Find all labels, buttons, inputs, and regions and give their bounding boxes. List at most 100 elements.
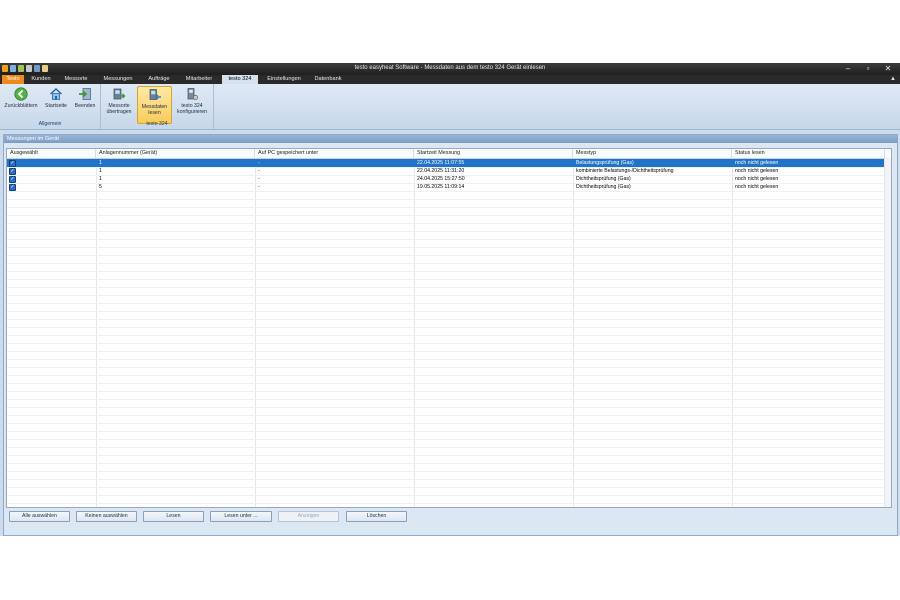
row-select-checkbox[interactable]: ✓ — [9, 184, 16, 191]
row-divider — [7, 303, 891, 304]
read-data-button[interactable]: Messdaten lesen — [137, 86, 172, 124]
measurements-table[interactable]: Ausgewählt Anlagennummer (Gerät) Auf PC … — [6, 148, 892, 508]
row-divider — [7, 255, 891, 256]
panel-title: Messungen im Gerät — [4, 135, 897, 143]
read-as-button[interactable]: Lesen unter ... — [210, 511, 272, 522]
row-select-checkbox[interactable]: ✓ — [9, 168, 16, 175]
row-divider — [7, 311, 891, 312]
configure-device-button[interactable]: testo 324 konfigurieren — [173, 86, 211, 122]
row-divider — [7, 263, 891, 264]
row-divider — [7, 223, 891, 224]
row-divider — [7, 479, 891, 480]
row-divider — [7, 391, 891, 392]
minimize-button[interactable]: – — [838, 63, 858, 75]
row-divider — [7, 207, 891, 208]
ribbon-collapse-icon[interactable]: ▲ — [890, 75, 896, 84]
tab-mitarbeiter[interactable]: Mitarbeiter — [180, 75, 218, 84]
back-arrow-icon — [14, 87, 28, 101]
read-data-label: Messdaten lesen — [141, 104, 168, 116]
ribbon-group-testo-324: Messorte übertragen Messdaten lesen test… — [101, 84, 214, 129]
row-divider — [7, 495, 891, 496]
column-header-ausgewaehlt[interactable]: Ausgewählt — [7, 149, 96, 158]
row-divider — [7, 407, 891, 408]
select-all-button[interactable]: Alle auswählen — [9, 511, 70, 522]
cell-anlagennummer: 1 — [99, 160, 102, 166]
tab-testo-324[interactable]: testo 324 — [222, 75, 258, 84]
table-row[interactable]: ✓ 5 - 19.05.2025 11:09:14 Dichtheitsprüfung … — [7, 183, 891, 191]
row-divider — [7, 335, 891, 336]
cell-messtyp: Belastungsprüfung (Gas) — [576, 160, 634, 166]
row-divider — [7, 431, 891, 432]
row-divider — [7, 415, 891, 416]
column-divider — [96, 149, 97, 507]
back-button[interactable]: Zurückblättern — [2, 86, 40, 122]
cell-startzeit: 19.05.2025 11:09:14 — [417, 184, 465, 190]
tab-kunden[interactable]: Kunden — [27, 75, 55, 84]
cell-status: noch nicht gelesen — [735, 184, 779, 190]
home-button[interactable]: Startseite — [42, 86, 70, 122]
cell-status: noch nicht gelesen — [735, 168, 779, 174]
ribbon: Zurückblättern Startseite Beenden Allgem… — [0, 84, 900, 130]
maximize-button[interactable]: ▫ — [858, 63, 878, 75]
column-divider — [414, 149, 415, 507]
transfer-locations-button[interactable]: Messorte übertragen — [104, 86, 134, 122]
exit-button[interactable]: Beenden — [72, 86, 98, 122]
column-header-gespeichert[interactable]: Auf PC gespeichert unter — [255, 149, 414, 158]
transfer-locations-label: Messorte übertragen — [106, 103, 132, 115]
tab-messorte[interactable]: Messorte — [60, 75, 92, 84]
column-divider — [573, 149, 574, 507]
table-row[interactable]: ✓ 1 - 22.04.2025 11:07:55 Belastungsprüfung … — [7, 159, 891, 167]
tab-messungen[interactable]: Messungen — [98, 75, 138, 84]
row-divider — [7, 199, 891, 200]
column-header-startzeit[interactable]: Startzeit Messung — [414, 149, 573, 158]
row-divider — [7, 327, 891, 328]
cell-messtyp: Dichtheitsprüfung (Gas) — [576, 184, 631, 190]
row-divider — [7, 375, 891, 376]
home-icon — [50, 88, 62, 100]
tab-datenbank[interactable]: Datenbank — [310, 75, 346, 84]
row-divider — [7, 215, 891, 216]
exit-button-label: Beenden — [74, 103, 96, 109]
close-button[interactable]: ✕ — [878, 63, 898, 75]
row-divider — [7, 455, 891, 456]
row-select-checkbox[interactable]: ✓ — [9, 176, 16, 183]
column-header-anlagennummer[interactable]: Anlagennummer (Gerät) — [96, 149, 255, 158]
tab-auftraege[interactable]: Aufträge — [143, 75, 175, 84]
read-button[interactable]: Lesen — [143, 511, 204, 522]
tab-testo[interactable]: Testo — [2, 75, 24, 84]
row-divider — [7, 423, 891, 424]
ribbon-tab-bar: Testo Kunden Messorte Messungen Aufträge… — [0, 75, 900, 84]
row-divider — [7, 487, 891, 488]
cell-gespeichert: - — [258, 168, 260, 174]
cell-startzeit: 24.04.2025 15:27:50 — [417, 176, 465, 182]
tab-einstellungen[interactable]: Einstellungen — [262, 75, 306, 84]
select-none-button[interactable]: Keinen auswählen — [76, 511, 137, 522]
row-divider — [7, 271, 891, 272]
vertical-scrollbar[interactable] — [884, 158, 891, 507]
column-header-messtyp[interactable]: Messtyp — [573, 149, 732, 158]
row-divider — [7, 351, 891, 352]
column-divider — [255, 149, 256, 507]
read-data-icon — [149, 89, 161, 100]
row-divider — [7, 503, 891, 504]
exit-icon — [79, 88, 91, 100]
row-select-checkbox[interactable]: ✓ — [9, 160, 16, 167]
row-divider — [7, 439, 891, 440]
group-label-allgemein: Allgemein — [38, 121, 62, 127]
row-divider — [7, 295, 891, 296]
row-divider — [7, 399, 891, 400]
column-header-status[interactable]: Status lesen — [732, 149, 885, 158]
row-divider — [7, 463, 891, 464]
delete-button[interactable]: Löschen — [346, 511, 407, 522]
row-divider — [7, 471, 891, 472]
row-divider — [7, 247, 891, 248]
row-divider — [7, 367, 891, 368]
table-row[interactable]: ✓ 1 - 22.04.2025 11:31:20 kombinierte Belast… — [7, 167, 891, 175]
row-divider — [7, 287, 891, 288]
row-divider — [7, 383, 891, 384]
show-button[interactable]: Anzeigen — [278, 511, 339, 522]
row-divider — [7, 231, 891, 232]
table-row[interactable]: ✓ 1 - 24.04.2025 15:27:50 Dichtheitsprüfung … — [7, 175, 891, 183]
measurements-panel: Messungen im Gerät Ausgewählt Anlagennum… — [3, 134, 898, 536]
cell-startzeit: 22.04.2025 11:31:20 — [417, 168, 465, 174]
